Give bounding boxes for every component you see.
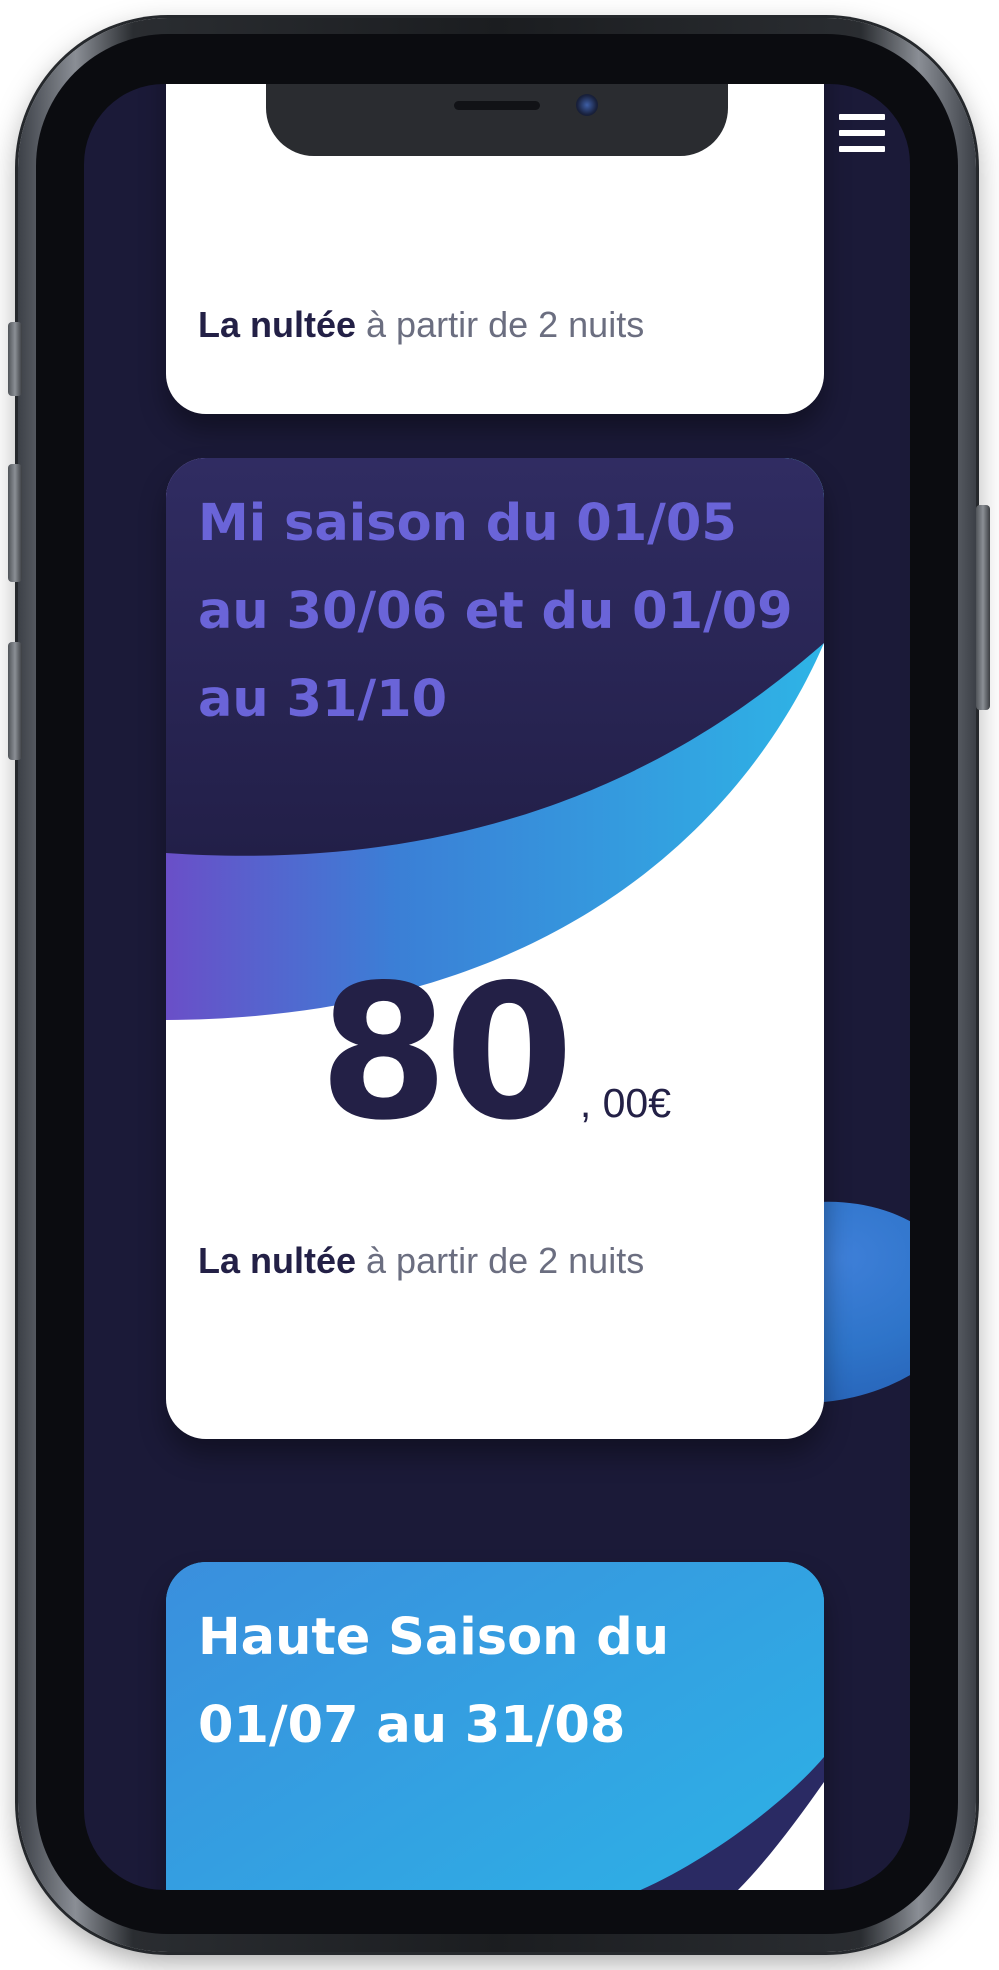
price-note-rest: à partir de 2 nuits — [356, 1240, 645, 1281]
power-button — [976, 505, 990, 710]
price-note: La nultée à partir de 2 nuits — [198, 1240, 644, 1282]
pricing-card-mid-season: Mi saison du 01/05 au 30/06 et du 01/09 … — [166, 458, 824, 1439]
price-note: La nultée à partir de 2 nuits — [198, 304, 644, 346]
price: 80 , 00€ — [166, 944, 824, 1161]
menu-bar — [839, 114, 885, 120]
menu-bar — [839, 130, 885, 136]
front-camera — [576, 94, 598, 116]
silent-switch — [8, 322, 22, 396]
phone-notch — [266, 84, 728, 156]
season-title: Haute Saison du 01/07 au 31/08 — [198, 1608, 670, 1755]
hamburger-menu-icon[interactable] — [839, 114, 885, 152]
menu-bar — [839, 146, 885, 152]
price-note-bold: La nultée — [198, 1240, 357, 1281]
price-integer: 80 — [318, 944, 574, 1161]
volume-down-button — [8, 642, 22, 760]
speaker-grille — [454, 101, 540, 110]
phone-screen: La nultée à partir de 2 nuits Mi saison … — [84, 84, 910, 1890]
season-title: Mi saison du 01/05 au 30/06 et du 01/09 … — [198, 494, 793, 729]
price-note-rest: à partir de 2 nuits — [356, 304, 645, 345]
price-note-bold: La nultée — [198, 304, 357, 345]
price-decimal: , 00€ — [579, 1080, 672, 1126]
volume-up-button — [8, 464, 22, 582]
pricing-card-high-season: Haute Saison du 01/07 au 31/08 — [166, 1562, 824, 1890]
